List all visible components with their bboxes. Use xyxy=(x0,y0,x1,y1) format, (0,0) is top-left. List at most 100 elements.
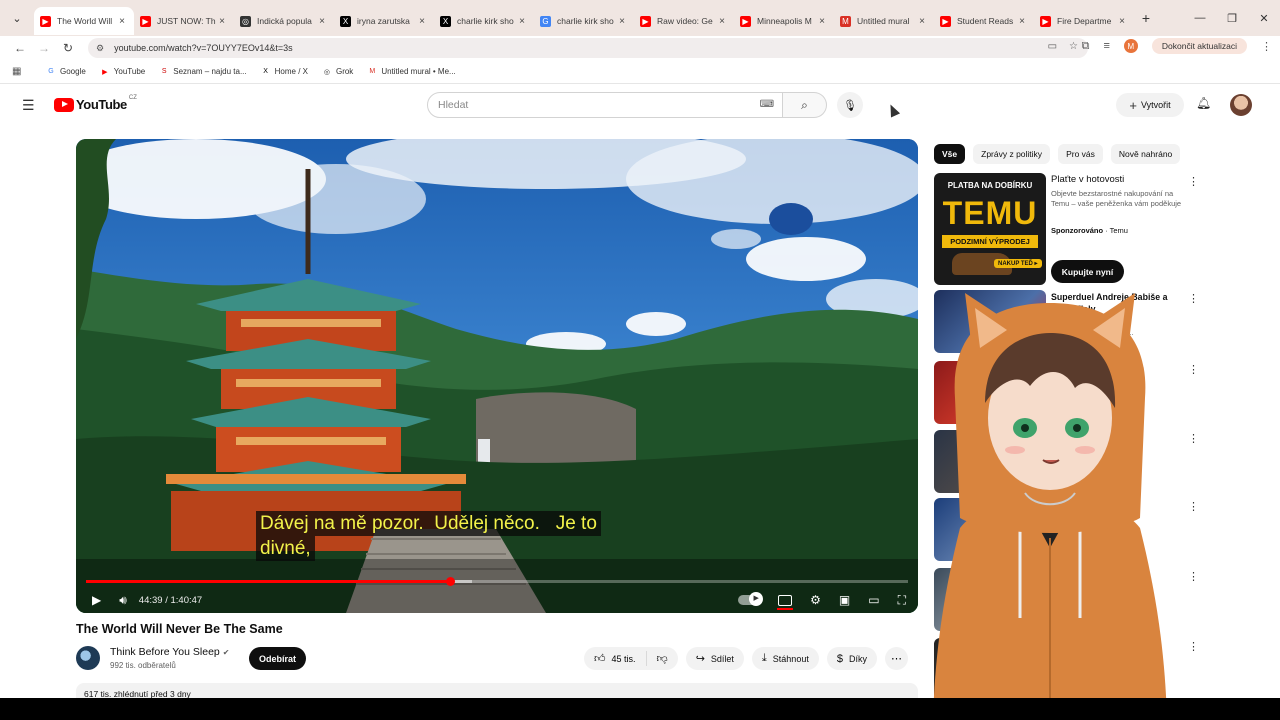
tab-search-icon[interactable]: ⌄ xyxy=(0,0,34,36)
site-info-icon[interactable]: ⚙ xyxy=(96,43,104,54)
browser-tab[interactable]: M Untitled mural × xyxy=(834,7,934,35)
sponsored-ad[interactable]: PLATBA NA DOBÍRKU TEMU PODZIMNÍ VÝPRODEJ… xyxy=(934,173,1204,285)
cast-icon[interactable]: ▭ xyxy=(1048,41,1057,52)
search-button[interactable]: ⌕ xyxy=(783,92,827,118)
browser-tab[interactable]: Gcharlie kirk sho × xyxy=(534,7,634,35)
tab-close-icon[interactable]: × xyxy=(816,16,828,27)
subscribe-button[interactable]: Odebírat xyxy=(249,647,306,670)
fullscreen-icon[interactable]: ⛶ xyxy=(898,593,906,608)
video-more-icon[interactable]: ⋮ xyxy=(1188,500,1199,513)
extensions-icon[interactable]: ⧉ xyxy=(1082,40,1090,53)
bookmark-star-icon[interactable]: ☆ xyxy=(1069,41,1078,52)
channel-name[interactable]: Think Before You Sleep xyxy=(110,646,220,658)
verified-check-icon: ✔ xyxy=(222,648,230,657)
new-tab-icon[interactable]: + xyxy=(1134,10,1158,26)
video-more-icon[interactable]: ⋮ xyxy=(1188,640,1199,653)
tab-close-icon[interactable]: × xyxy=(1016,16,1028,27)
voice-search-button[interactable]: 🎙︎ xyxy=(837,92,863,118)
browser-tab[interactable]: ◎ Indická popula × xyxy=(234,7,334,35)
browser-tab[interactable]: Xiryna zarutska × xyxy=(334,7,434,35)
reload-icon[interactable]: ↻ xyxy=(56,41,80,55)
ad-cta-button[interactable]: Kupujte nyní xyxy=(1051,260,1124,283)
plus-icon: + xyxy=(1129,97,1137,113)
settings-gear-icon[interactable]: ⚙ xyxy=(810,593,821,607)
like-button[interactable]: 👍︎ 45 tis. xyxy=(584,651,647,666)
thanks-label: Díky xyxy=(848,653,867,664)
hamburger-menu-icon[interactable]: ☰ xyxy=(22,97,35,114)
browser-tab[interactable]: ▶ Minneapolis M × xyxy=(734,7,834,35)
create-button[interactable]: + Vytvořit xyxy=(1116,93,1184,117)
tab-close-icon[interactable]: × xyxy=(316,16,328,27)
tab-close-icon[interactable]: × xyxy=(416,16,428,27)
address-bar[interactable]: ⚙ youtube.com/watch?v=7OUYY7EOv14&t=3s ▭… xyxy=(88,38,1088,58)
browser-tab[interactable]: ▶ Student Reads × xyxy=(934,7,1034,35)
download-button[interactable]: ⤓ Stáhnout xyxy=(751,647,819,670)
browser-tab[interactable]: ▶ Raw video: Ge × xyxy=(634,7,734,35)
filter-chip[interactable]: Nově nahráno xyxy=(1110,144,1181,164)
tab-close-icon[interactable]: × xyxy=(116,16,128,27)
video-more-icon[interactable]: ⋮ xyxy=(1188,292,1199,305)
progress-bar[interactable] xyxy=(86,577,908,586)
download-label: Stáhnout xyxy=(772,653,809,664)
browser-menu-icon[interactable]: ⋮ xyxy=(1261,40,1272,53)
volume-icon[interactable]: 🔊︎ xyxy=(119,593,127,608)
bookmark-item[interactable]: M Untitled mural • Me... xyxy=(367,67,455,77)
back-icon[interactable]: ← xyxy=(8,41,32,55)
restore-icon[interactable]: ❐ xyxy=(1216,0,1248,36)
bookmark-item[interactable]: ▶ YouTube xyxy=(100,67,145,77)
bookmark-item[interactable]: X Home / X xyxy=(261,67,308,77)
bookmark-item[interactable]: ◎ Grok xyxy=(322,67,353,77)
video-more-icon[interactable]: ⋮ xyxy=(1188,363,1199,376)
tab-close-icon[interactable]: × xyxy=(616,16,628,27)
minimize-icon[interactable]: — xyxy=(1184,0,1216,36)
theater-mode-icon[interactable]: ▭ xyxy=(868,593,879,607)
apps-grid-icon[interactable]: ▦ xyxy=(12,66,32,77)
ad-more-icon[interactable]: ⋮ xyxy=(1188,175,1199,188)
tab-close-icon[interactable]: × xyxy=(1116,16,1128,27)
video-more-icon[interactable]: ⋮ xyxy=(1188,570,1199,583)
autoplay-toggle[interactable] xyxy=(738,592,764,606)
youtube-logo[interactable]: YouTube CZ xyxy=(54,95,137,112)
dislike-button[interactable]: 👎︎ xyxy=(647,652,678,665)
media-controls-icon[interactable]: ≡ xyxy=(1103,40,1109,52)
bookmark-label: YouTube xyxy=(113,67,146,76)
tab-close-icon[interactable]: × xyxy=(916,16,928,27)
profile-icon[interactable]: M xyxy=(1123,39,1138,53)
close-window-icon[interactable]: ✕ xyxy=(1248,0,1280,36)
thanks-button[interactable]: $ Díky xyxy=(826,647,877,670)
subtitles-icon[interactable] xyxy=(777,594,794,610)
tab-close-icon[interactable]: × xyxy=(716,16,728,27)
channel-name-row[interactable]: Think Before You Sleep ✔ xyxy=(110,646,229,658)
channel-avatar[interactable] xyxy=(76,646,100,670)
notifications-bell-icon[interactable]: 🔔︎ xyxy=(1196,96,1211,110)
tab-close-icon[interactable]: × xyxy=(216,16,228,27)
video-more-icon[interactable]: ⋮ xyxy=(1188,432,1199,445)
browser-toolbar: ← → ↻ ⚙ youtube.com/watch?v=7OUYY7EOv14&… xyxy=(0,36,1280,60)
update-button[interactable]: Dokončit aktualizaci xyxy=(1151,38,1247,54)
account-avatar[interactable] xyxy=(1230,94,1252,116)
bookmark-item[interactable]: S Seznam – najdu ta... xyxy=(159,67,247,77)
more-actions-icon[interactable]: ⋯ xyxy=(884,647,908,670)
filter-chip[interactable]: Pro vás xyxy=(1058,144,1103,164)
miniplayer-icon[interactable]: ▣ xyxy=(839,593,850,607)
browser-tab[interactable]: ▶ The World Will × xyxy=(34,7,134,35)
filter-chip[interactable]: Vše xyxy=(934,144,966,164)
search-input[interactable]: Hledat ⌨ xyxy=(427,92,783,118)
browser-tab[interactable]: Xcharlie kirk sho × xyxy=(434,7,534,35)
keyboard-icon[interactable]: ⌨ xyxy=(760,99,774,110)
bookmark-item[interactable]: G Google xyxy=(46,67,86,77)
video-player[interactable]: Dávej na mě pozor. Udělej něco. Je to di… xyxy=(76,139,918,613)
filter-chip[interactable]: Zprávy z politiky xyxy=(973,144,1051,164)
share-button[interactable]: ↪ Sdílet xyxy=(685,647,744,670)
tab-title: charlie kirk sho xyxy=(457,16,514,26)
tab-title: Minneapolis M xyxy=(757,16,812,26)
browser-tab[interactable]: ▶ Fire Departme × xyxy=(1034,7,1134,35)
ad-thumbnail[interactable]: PLATBA NA DOBÍRKU TEMU PODZIMNÍ VÝPRODEJ… xyxy=(934,173,1046,285)
play-icon[interactable]: ▶ xyxy=(92,593,101,607)
forward-icon[interactable]: → xyxy=(32,41,56,55)
url-text: youtube.com/watch?v=7OUYY7EOv14&t=3s xyxy=(114,43,293,53)
bookmark-favicon-icon: G xyxy=(48,68,54,75)
tab-close-icon[interactable]: × xyxy=(516,16,528,27)
browser-tab[interactable]: ▶ JUST NOW: Th × xyxy=(134,7,234,35)
ad-title[interactable]: Plaťte v hotovosti xyxy=(1051,174,1124,185)
